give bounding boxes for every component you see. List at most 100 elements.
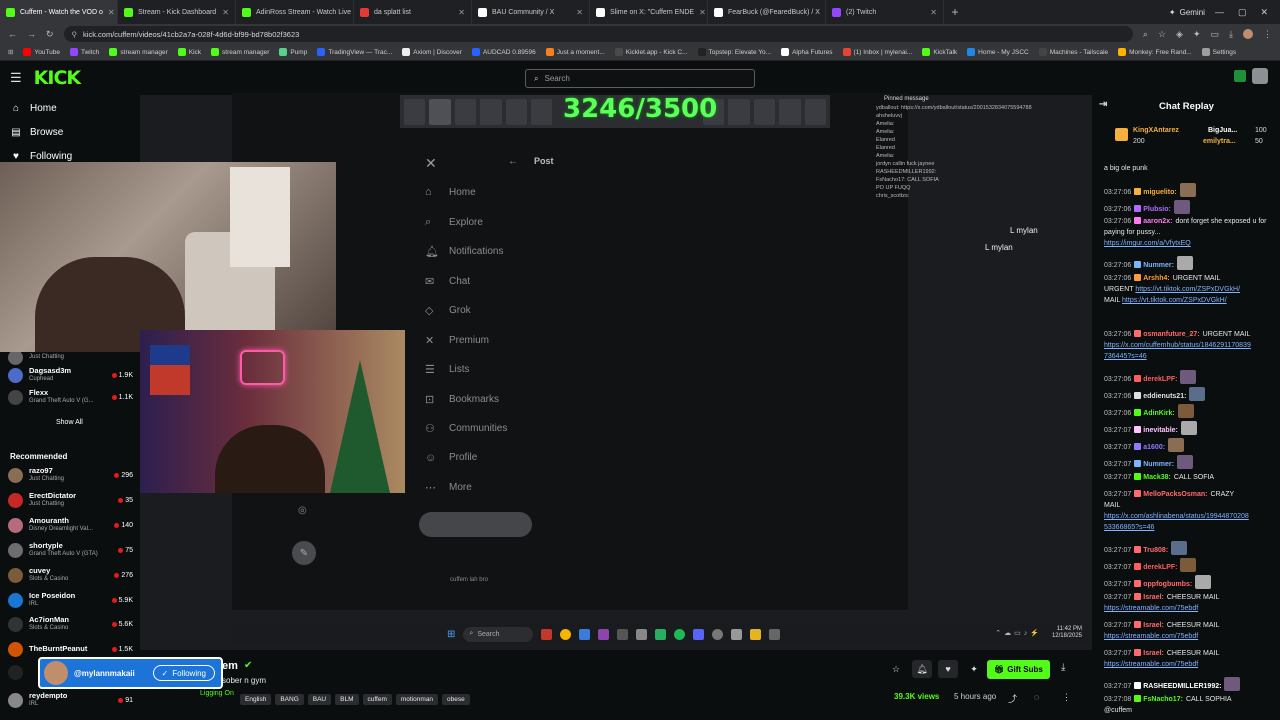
browser-tab[interactable]: Stream - Kick Dashboard ✕ [118, 0, 236, 24]
chat-link[interactable]: https://streamable.com/75ebdf [1104, 661, 1198, 668]
tag-chip[interactable]: BAU [307, 694, 332, 705]
chat-username[interactable]: derekLPF: [1143, 376, 1177, 383]
tab-close-icon[interactable]: ✕ [576, 8, 583, 17]
bookmark-item[interactable]: Twitch [70, 48, 99, 56]
sidebar-channel[interactable]: Amouranth Disney Dreamlight Val... 140 [8, 513, 133, 537]
tag-chip[interactable]: BANG [275, 694, 304, 705]
bookmark-item[interactable]: stream manager [211, 48, 269, 56]
follow-heart-icon[interactable]: ♥ [938, 660, 958, 678]
stream-category[interactable]: Ligging On [200, 690, 234, 697]
bookmark-item[interactable]: Home - My JSCC [967, 48, 1029, 56]
tag-chip[interactable]: BLM [335, 694, 359, 705]
chat-username[interactable]: Israel: [1143, 622, 1164, 629]
zoom-icon[interactable]: ⌕ [1143, 29, 1148, 40]
chat-link[interactable]: https://streamable.com/75ebdf [1104, 605, 1198, 612]
profile-avatar[interactable] [1243, 28, 1253, 39]
chat-link[interactable]: 53366865?s=46 [1104, 524, 1154, 531]
bookmark-item[interactable]: Kick [177, 48, 201, 56]
maximize-icon[interactable]: ▢ [1238, 7, 1247, 18]
sidebar-channel[interactable]: Flexx Grand Theft Auto V (G... 1.1K [8, 385, 133, 409]
menu-icon[interactable]: ⋮ [1263, 29, 1272, 40]
kick-logo[interactable]: KICK [34, 67, 81, 89]
chat-link[interactable]: https://vt.tiktok.com/ZSPxDVGkH/ [1122, 297, 1227, 304]
tag-chip[interactable]: cuffem [362, 694, 392, 705]
more-options-icon[interactable]: ⋮ [1062, 692, 1071, 703]
sidebar-channel[interactable]: cuvey Slots & Casino 276 [8, 563, 133, 587]
bookmark-item[interactable]: KickTalk [922, 48, 957, 56]
bookmark-item[interactable]: Just a moment... [545, 48, 605, 56]
tag-chip[interactable]: obese [442, 694, 470, 705]
apps-icon[interactable]: ⊞ [8, 48, 13, 56]
browser-tab[interactable]: BAU Community / X ✕ [472, 0, 590, 24]
chat-username[interactable]: Arshh4: [1143, 275, 1169, 282]
bookmark-item[interactable]: Monkey: Free Rand... [1118, 48, 1192, 56]
chat-username[interactable]: aaron2x: [1143, 218, 1172, 225]
tab-close-icon[interactable]: ✕ [222, 8, 229, 17]
tab-close-icon[interactable]: ✕ [699, 8, 706, 17]
sidebar-channel[interactable]: Dagsasd3m Cuphead 1.9K [8, 363, 133, 387]
chat-username[interactable]: Tru808: [1143, 547, 1168, 554]
chat-username[interactable]: RASHEEDMILLER1992: [1143, 683, 1221, 690]
bookmark-item[interactable]: Kicklet.app - Kick C... [614, 48, 688, 56]
chat-username[interactable]: Plubsio: [1143, 206, 1171, 213]
browser-tab[interactable]: FearBuck (@FearedBuck) / X✕ [708, 0, 826, 24]
tab-close-icon[interactable]: ✕ [458, 8, 465, 17]
chat-username[interactable]: miguelito: [1143, 189, 1176, 196]
extension-badge-icon[interactable] [1234, 70, 1246, 82]
chat-username[interactable]: Nummer: [1143, 461, 1174, 468]
extension-icon[interactable]: ◈ [1176, 29, 1183, 40]
gift-subs-button[interactable]: 🎁︎ Gift Subs [987, 660, 1050, 679]
chat-link[interactable]: 736445?s=46 [1104, 353, 1147, 360]
browser-tab[interactable]: AdinRoss Stream - Watch Live✕ [236, 0, 354, 24]
tab-close-icon[interactable]: ✕ [930, 8, 937, 17]
bookmark-item[interactable]: Alpha Futures [781, 48, 833, 56]
sidebar-channel[interactable]: ErectDictator Just Chatting 35 [8, 488, 133, 512]
chat-username[interactable]: Mack38: [1143, 474, 1171, 481]
overlay-following-button[interactable]: ✓ Following [152, 665, 215, 681]
show-all-link[interactable]: Show All [56, 419, 83, 426]
search-input[interactable]: ⌕ Search [525, 69, 755, 88]
favorite-star-icon[interactable]: ☆ [886, 660, 906, 678]
chat-link[interactable]: https://vt.tiktok.com/ZSPxDVGkH/ [1135, 286, 1240, 293]
chat-username[interactable]: FsNacho17: [1143, 696, 1183, 703]
bookmark-item[interactable]: Settings [1201, 48, 1236, 56]
hamburger-menu-icon[interactable]: ☰ [10, 70, 22, 86]
reload-icon[interactable]: ↻ [46, 29, 54, 40]
bookmark-item[interactable]: Axiom | Discover [402, 48, 462, 56]
chat-username[interactable]: Nummer: [1143, 262, 1174, 269]
site-info-icon[interactable]: ⚲ [72, 30, 78, 39]
bookmark-item[interactable]: AUDCAD 0.89596 [471, 48, 536, 56]
chat-username[interactable]: Israel: [1143, 594, 1164, 601]
tag-chip[interactable]: motionman [395, 694, 439, 705]
chat-username[interactable]: MelloPacksOsman: [1143, 491, 1207, 498]
browser-tab[interactable]: Cuffem - Watch the VOD o ✕ [0, 0, 118, 24]
sidebar-channel[interactable]: razo97 Just Chatting 296 [8, 463, 133, 487]
chat-link[interactable]: https://x.com/ashlinabena/status/1994487… [1104, 513, 1249, 520]
chat-username[interactable]: eddienuts21: [1143, 393, 1186, 400]
bookmark-item[interactable]: TradingView — Trac... [317, 48, 392, 56]
gemini-button[interactable]: ✦ Gemini [1159, 8, 1215, 17]
new-tab-icon[interactable]: + [944, 5, 966, 19]
minimize-icon[interactable]: — [1215, 7, 1224, 18]
chat-link[interactable]: https://streamable.com/75ebdf [1104, 633, 1198, 640]
chat-username[interactable]: a1600: [1143, 444, 1165, 451]
close-window-icon[interactable]: ✕ [1260, 7, 1268, 18]
collapse-chat-icon[interactable]: ⇥ [1099, 99, 1107, 110]
bookmark-item[interactable]: Pump [279, 48, 307, 56]
extensions-puzzle-icon[interactable]: ✦ [1193, 29, 1201, 40]
chat-username[interactable]: derekLPF: [1143, 564, 1177, 571]
nav-home[interactable]: ⌂ Home [0, 96, 140, 120]
chat-link[interactable]: https://imgur.com/a/VfytxEQ [1104, 240, 1191, 247]
chat-link[interactable]: https://x.com/cuffemhub/status/184629117… [1104, 342, 1251, 349]
share-icon[interactable]: ⤴ [1008, 692, 1017, 705]
download-icon[interactable]: ⤓ [1229, 29, 1233, 40]
forward-icon[interactable]: → [27, 29, 36, 40]
sidebar-channel[interactable]: shortyple Grand Theft Auto V (GTA) 75 [8, 538, 133, 562]
chat-username[interactable]: Israel: [1143, 650, 1164, 657]
bookmark-item[interactable]: (1) Inbox | mylenai... [842, 48, 912, 56]
sidebar-channel[interactable]: Ice Poseidon IRL 5.9K [8, 588, 133, 612]
bookmark-item[interactable]: Topstep: Elevate Yo... [697, 48, 771, 56]
browser-tab[interactable]: (2) Twitch ✕ [826, 0, 944, 24]
back-icon[interactable]: ← [8, 29, 17, 40]
clip-off-icon[interactable]: ◌ [1034, 692, 1039, 702]
